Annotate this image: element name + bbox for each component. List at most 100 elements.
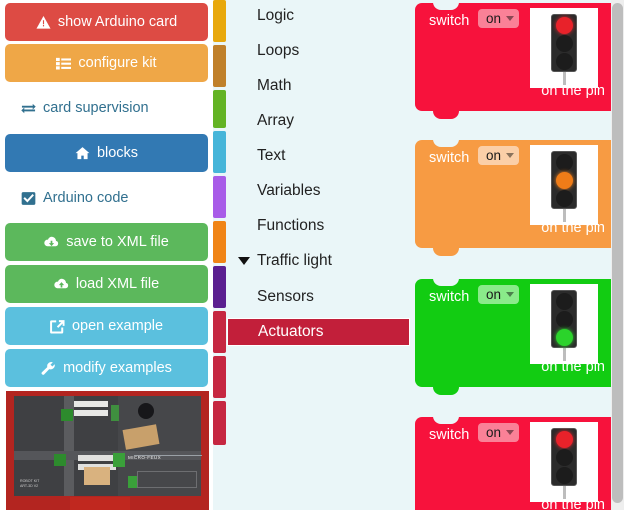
traffic-lamp-1 (555, 17, 573, 34)
block-state-dropdown[interactable]: on (478, 146, 520, 165)
menu-item-sensors[interactable]: Sensors (227, 284, 410, 310)
traffic-light-housing (551, 151, 577, 209)
traffic-lamp-3 (555, 467, 573, 484)
chevron-down-icon (506, 292, 515, 297)
check-square-icon (21, 191, 36, 206)
block-switch-label: switch (429, 13, 470, 29)
block-state-dropdown[interactable]: on (478, 9, 520, 28)
menu-item-variables[interactable]: Variables (227, 178, 410, 204)
menu-item-text[interactable]: Text (227, 143, 410, 169)
block-top-notch (433, 416, 459, 424)
block-top-notch (433, 278, 459, 286)
menu-item-label: Sensors (257, 288, 314, 305)
traffic-light-housing (551, 290, 577, 348)
sidebar-button-card-supervision[interactable]: card supervision (5, 89, 208, 127)
block-switch-green[interactable]: switch on on the pin (415, 278, 622, 395)
caret-down-icon (238, 257, 250, 265)
sidebar-button-modify-examples[interactable]: modify examples (5, 349, 208, 387)
menu-item-label: Loops (257, 42, 300, 59)
sidebar-button-configure-kit[interactable]: configure kit (5, 44, 208, 82)
block-state-dropdown[interactable]: on (478, 423, 520, 442)
menu-item-logic[interactable]: Logic (227, 3, 410, 29)
block-top-notch (433, 2, 459, 10)
sidebar-button-save-to-xml-file[interactable]: save to XML file (5, 223, 208, 261)
list-icon (56, 56, 72, 71)
menu-item-label: Array (257, 112, 295, 129)
sidebar-button-arduino-code[interactable]: Arduino code (5, 179, 208, 217)
menu-item-actuators[interactable]: Actuators (227, 318, 410, 346)
home-icon (75, 146, 90, 161)
sidebar-button-label: Arduino code (43, 190, 129, 206)
external-link-icon (50, 319, 65, 334)
menu-item-label: Actuators (258, 323, 324, 340)
dropdown-value: on (486, 11, 502, 26)
cloud-download-icon (44, 235, 59, 250)
chevron-down-icon (506, 430, 515, 435)
traffic-lamp-2 (555, 172, 573, 189)
menu-item-label: Traffic light (257, 252, 332, 269)
block-switch-orange[interactable]: switch on on the pin (415, 139, 622, 256)
strip-sensors[interactable] (213, 356, 226, 398)
sidebar-button-show-arduino-card[interactable]: show Arduino card (5, 3, 208, 41)
sidebar: show Arduino card configure kit card super… (0, 0, 213, 510)
cloud-upload-icon (54, 277, 69, 292)
block-switch-red[interactable]: switch on on the pin (415, 2, 622, 119)
strip-functions[interactable] (213, 266, 226, 308)
menu-item-array[interactable]: Array (227, 108, 410, 134)
strip-text[interactable] (213, 176, 226, 218)
traffic-lamp-2 (555, 35, 573, 52)
sidebar-button-label: open example (71, 318, 164, 334)
strip-traffic-light[interactable] (213, 311, 226, 353)
block-canvas: switch on on the pin switch on on the pin swit… (410, 0, 624, 510)
strip-actuators[interactable] (213, 401, 226, 445)
block-switch-label: switch (429, 427, 470, 443)
traffic-lamp-1 (555, 293, 573, 310)
sidebar-button-open-example[interactable]: open example (5, 307, 208, 345)
sidebar-button-blocks[interactable]: blocks (5, 134, 208, 172)
menu-item-functions[interactable]: Functions (227, 213, 410, 239)
traffic-light-image (530, 422, 598, 502)
traffic-light-image (530, 8, 598, 88)
block-switch-red-2[interactable]: switch on on the pin (415, 416, 622, 510)
menu-item-loops[interactable]: Loops (227, 38, 410, 64)
arduino-kit-photo: MICRO-FEUX ROBOT KIT ART-3D V2 (6, 391, 209, 510)
block-pin-label: on the pin (541, 83, 605, 99)
sidebar-button-label: show Arduino card (57, 14, 178, 30)
sidebar-button-label: load XML file (75, 276, 160, 292)
sidebar-button-label: save to XML file (66, 234, 169, 250)
block-pin-label: on the pin (541, 497, 605, 510)
strip-variables[interactable] (213, 221, 226, 263)
menu-item-math[interactable]: Math (227, 73, 410, 99)
sidebar-button-label: blocks (96, 145, 139, 161)
strip-math[interactable] (213, 90, 226, 128)
strip-logic[interactable] (213, 0, 226, 42)
block-pin-label: on the pin (541, 359, 605, 375)
category-menu: Logic Loops Math Array Text Variables Function… (227, 0, 410, 510)
exchange-arrows-icon (21, 101, 36, 116)
block-bottom-tab (433, 110, 459, 119)
block-top-notch (433, 139, 459, 147)
block-state-dropdown[interactable]: on (478, 285, 520, 304)
menu-item-label: Text (257, 147, 286, 164)
scrollbar-thumb[interactable] (612, 3, 623, 503)
strip-loops[interactable] (213, 45, 226, 87)
block-switch-label: switch (429, 289, 470, 305)
menu-item-traffic-light[interactable]: Traffic light (227, 248, 410, 274)
traffic-light-housing (551, 428, 577, 486)
block-bottom-tab (433, 386, 459, 395)
dropdown-value: on (486, 425, 502, 440)
traffic-lamp-3 (555, 329, 573, 346)
block-bottom-tab (433, 247, 459, 256)
traffic-light-image (530, 284, 598, 364)
vertical-scrollbar[interactable] (611, 0, 624, 510)
sidebar-button-load-xml-file[interactable]: load XML file (5, 265, 208, 303)
chevron-down-icon (506, 153, 515, 158)
traffic-light-image (530, 145, 598, 225)
category-color-strip-column (213, 0, 227, 510)
strip-array[interactable] (213, 131, 226, 173)
block-switch-label: switch (429, 150, 470, 166)
traffic-lamp-3 (555, 53, 573, 70)
menu-item-label: Variables (257, 182, 321, 199)
dropdown-value: on (486, 148, 502, 163)
dropdown-value: on (486, 287, 502, 302)
